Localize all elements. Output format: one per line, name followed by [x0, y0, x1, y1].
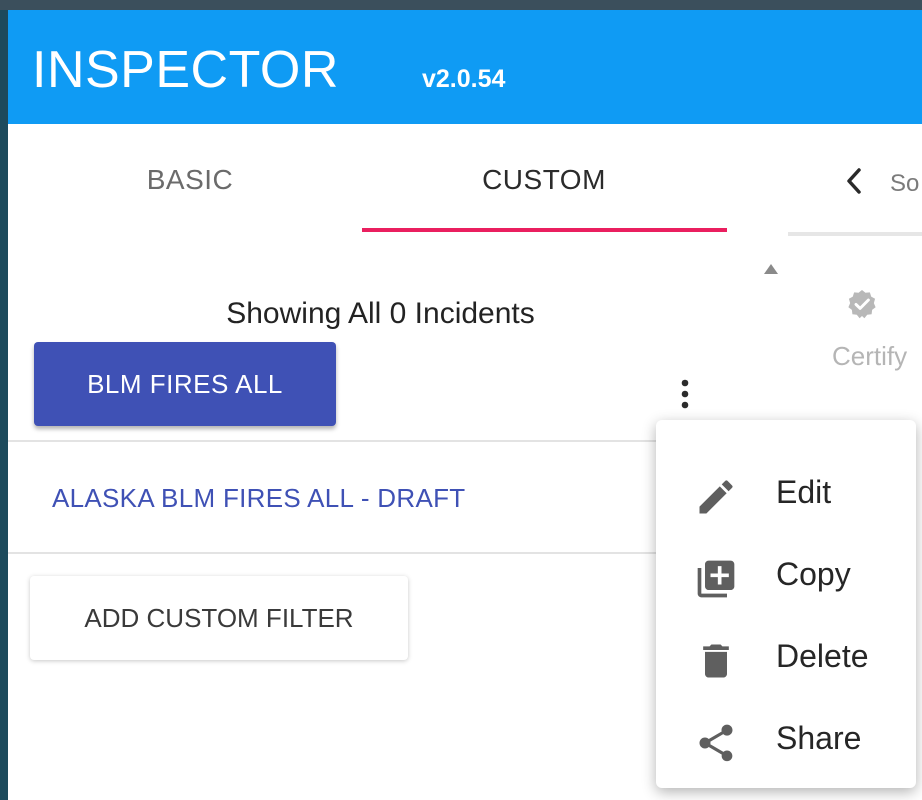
- filter-item-alaska-blm-fires-all-draft[interactable]: ALASKA BLM FIRES ALL - DRAFT: [52, 482, 465, 514]
- scroll-up-arrow-icon[interactable]: [762, 262, 780, 276]
- chevron-left-icon[interactable]: [842, 166, 866, 196]
- inspector-app: INSPECTOR v2.0.54 BASIC CUSTOM So Certif…: [8, 10, 922, 800]
- menu-item-delete[interactable]: Delete: [656, 612, 916, 694]
- app-title: INSPECTOR: [32, 41, 339, 99]
- right-tab-label[interactable]: So: [890, 170, 919, 198]
- app-version: v2.0.54: [422, 65, 506, 93]
- verified-badge-icon: [848, 290, 876, 319]
- menu-item-label: Copy: [776, 556, 851, 592]
- add-custom-filter-button[interactable]: ADD CUSTOM FILTER: [30, 576, 408, 660]
- certify-label[interactable]: Certify: [832, 340, 907, 372]
- right-pane-divider: [788, 232, 922, 236]
- custom-filters-panel: Showing All 0 Incidents BLM FIRES ALL AL…: [8, 250, 753, 800]
- app-header: INSPECTOR v2.0.54: [8, 10, 922, 124]
- window-top-edge: [0, 0, 922, 10]
- incident-count-text: Showing All 0 Incidents: [226, 297, 535, 330]
- menu-item-edit[interactable]: Edit: [656, 448, 916, 530]
- menu-item-share[interactable]: Share: [656, 694, 916, 776]
- list-divider: [8, 440, 753, 442]
- share-icon: [699, 724, 733, 762]
- trash-icon: [703, 644, 729, 678]
- context-menu: Edit Copy Delete Share: [656, 420, 916, 788]
- menu-item-copy[interactable]: Copy: [656, 530, 916, 612]
- window-left-edge: [0, 10, 8, 800]
- menu-item-label: Delete: [776, 638, 869, 674]
- more-vertical-icon[interactable]: [670, 374, 700, 414]
- blm-fires-all-button[interactable]: BLM FIRES ALL: [34, 342, 336, 426]
- menu-item-label: Edit: [776, 474, 832, 510]
- active-tab-indicator: [362, 228, 727, 232]
- tab-bar: BASIC CUSTOM: [8, 124, 788, 236]
- menu-item-label: Share: [776, 720, 862, 756]
- copy-icon: [697, 560, 735, 598]
- tab-custom[interactable]: CUSTOM: [362, 124, 726, 236]
- pencil-icon: [699, 480, 733, 514]
- list-divider: [8, 552, 753, 554]
- tab-basic[interactable]: BASIC: [8, 124, 372, 236]
